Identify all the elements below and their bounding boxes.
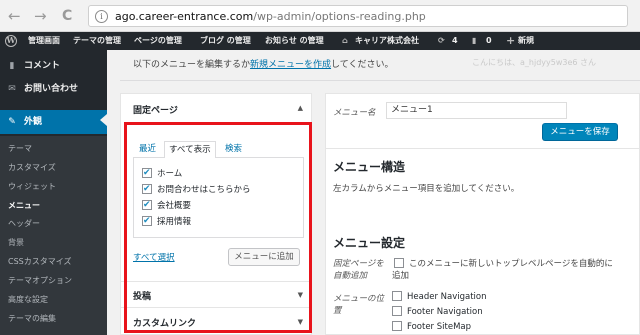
menu-name-label: メニュー名: [333, 108, 376, 118]
pages-section-title[interactable]: 固定ページ: [133, 103, 178, 116]
location-checkbox[interactable]: [392, 291, 402, 301]
submenu-advanced[interactable]: 高度な設定: [8, 292, 48, 308]
submenu-themes[interactable]: テーマ: [8, 141, 32, 157]
forward-icon[interactable]: →: [34, 6, 47, 26]
menu-settings-title: メニュー設定: [333, 236, 406, 250]
menu-edit-notice: 以下のメニューを編集するか新規メニューを作成してください。: [133, 57, 394, 70]
site-info-icon[interactable]: i: [95, 10, 108, 23]
divider: [326, 148, 640, 149]
user-greeting[interactable]: こんにちは、a_hjdyy5w3e6 さん: [472, 57, 596, 68]
location-header-navigation[interactable]: Header Navigation: [392, 291, 487, 304]
sidebar-item-contact[interactable]: ✉ お問い合わせ: [0, 79, 107, 99]
adminbar-item-news[interactable]: お知らせ の管理: [265, 32, 324, 50]
url-path: /wp-admin/options-reading.php: [253, 10, 426, 23]
menu-location-label: メニューの位: [333, 294, 385, 304]
reload-icon[interactable]: C: [62, 6, 72, 26]
menu-location-label-line2: 置: [333, 306, 342, 316]
annotation-highlight-box: [124, 122, 312, 333]
sidebar-item-appearance[interactable]: ✎ 外観: [0, 110, 107, 134]
adminbar-item-blog[interactable]: ブログ の管理: [200, 32, 251, 50]
comments-count[interactable]: 0: [486, 32, 492, 50]
notice-text-before: 以下のメニューを編集するか: [133, 60, 251, 70]
auto-add-label-line2: 自動追加: [333, 271, 368, 281]
auto-add-label: 固定ページを: [333, 259, 384, 269]
adminbar-new[interactable]: 新規: [518, 32, 534, 50]
save-menu-button[interactable]: メニューを保存: [542, 123, 618, 141]
url-host: ago.career-entrance.com: [115, 10, 254, 23]
collapse-icon[interactable]: ▲: [298, 104, 303, 112]
appearance-submenu: テーマ カスタマイズ ウィジェット メニュー ヘッダー 背景 CSSカスタマイズ…: [0, 136, 107, 335]
submenu-customize[interactable]: カスタマイズ: [8, 160, 56, 176]
submenu-theme-options[interactable]: テーマオプション: [8, 273, 72, 289]
updates-count[interactable]: 4: [452, 32, 458, 50]
browser-toolbar: ← → C i ago.career-entrance.com/wp-admin…: [0, 0, 640, 32]
divider: [120, 80, 640, 81]
menu-structure-title: メニュー構造: [333, 160, 406, 174]
comment-icon: ▮: [9, 61, 15, 71]
location-footer-navigation[interactable]: Footer Navigation: [392, 306, 483, 319]
menu-structure-description: 左カラムからメニュー項目を追加してください。: [333, 184, 520, 194]
sidebar-item-comments[interactable]: ▮ コメント: [0, 56, 107, 76]
location-label: Footer Navigation: [407, 307, 483, 317]
adminbar-item-dashboard[interactable]: 管理画面: [28, 32, 60, 50]
submenu-menus[interactable]: メニュー: [8, 198, 40, 214]
sidebar-item-label: お問い合わせ: [24, 84, 79, 94]
auto-add-text-line2: 追加: [392, 271, 410, 281]
submenu-theme-editor[interactable]: テーマの編集: [8, 311, 56, 327]
location-label: Footer SiteMap: [407, 322, 472, 332]
submenu-widgets[interactable]: ウィジェット: [8, 179, 56, 195]
sidebar-item-label: 外観: [24, 117, 43, 127]
create-new-menu-link[interactable]: 新規メニューを作成: [250, 60, 331, 70]
location-checkbox[interactable]: [392, 321, 402, 331]
location-label: Header Navigation: [407, 292, 487, 302]
submenu-background[interactable]: 背景: [8, 235, 24, 251]
comment-bubble-icon: ▮: [472, 36, 477, 45]
url-text: ago.career-entrance.com/wp-admin/options…: [115, 10, 426, 23]
brush-icon: ✎: [8, 117, 16, 127]
mail-icon: ✉: [8, 84, 16, 94]
back-icon[interactable]: ←: [8, 6, 21, 26]
home-icon: ⌂: [342, 36, 348, 45]
admin-sidebar: ▮ コメント ✉ お問い合わせ ✎ 外観 テーマ カスタマイズ ウィジェット メニュー…: [0, 50, 107, 335]
auto-add-checkbox[interactable]: [394, 258, 404, 268]
adminbar-item-pages[interactable]: ページの管理: [134, 32, 182, 50]
address-bar[interactable]: i ago.career-entrance.com/wp-admin/optio…: [88, 5, 628, 27]
auto-add-text: このメニューに新しいトップレベルページを自動的に: [409, 259, 613, 269]
location-checkbox[interactable]: [392, 306, 402, 316]
adminbar-site-name[interactable]: キャリア株式会社: [355, 32, 419, 50]
notice-text-after: してください。: [331, 60, 394, 70]
submenu-header[interactable]: ヘッダー: [8, 216, 40, 232]
menu-name-input[interactable]: メニュー1: [386, 102, 567, 119]
location-footer-sitemap[interactable]: Footer SiteMap: [392, 321, 471, 334]
plus-icon: +: [506, 34, 516, 47]
updates-icon: ⟳: [438, 36, 445, 45]
adminbar-item-themes[interactable]: テーマの管理: [73, 32, 121, 50]
wordpress-logo-icon[interactable]: W: [5, 35, 17, 47]
sidebar-item-label: コメント: [24, 61, 61, 71]
wp-admin-bar: W 管理画面 テーマの管理 ページの管理 ブログ の管理 お知らせ の管理 ⌂ …: [0, 32, 640, 50]
submenu-css-customize[interactable]: CSSカスタマイズ: [8, 254, 72, 270]
